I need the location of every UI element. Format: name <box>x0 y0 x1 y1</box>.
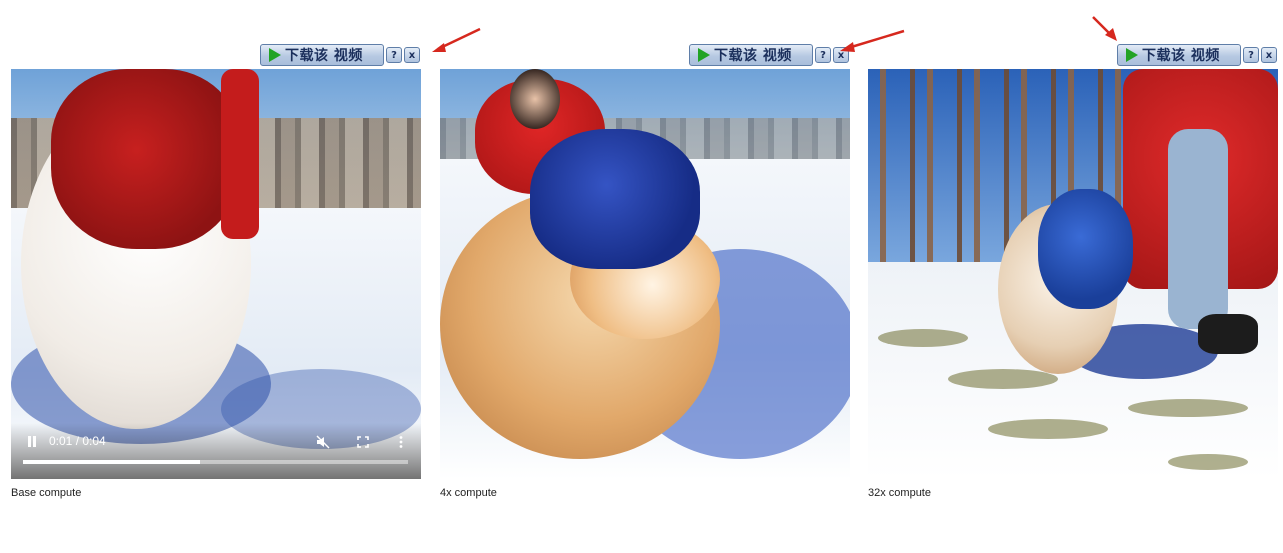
close-button[interactable]: x <box>1261 47 1277 63</box>
annotation-arrow <box>432 27 481 52</box>
red-hat <box>51 69 241 249</box>
grass-patch <box>1168 454 1248 470</box>
person-jeans <box>1168 129 1228 329</box>
video-player-base[interactable]: 0:01 / 0:04 <box>11 69 421 479</box>
annotation-arrow <box>1092 16 1117 41</box>
time-display: 0:01 / 0:04 <box>49 434 106 448</box>
blue-hat <box>1038 189 1133 309</box>
close-button[interactable]: x <box>404 47 420 63</box>
panel-caption: 32x compute <box>868 487 931 499</box>
video-frame-4x[interactable] <box>440 69 850 479</box>
help-button[interactable]: ? <box>386 47 402 63</box>
download-video-label: 下载该 视频 <box>1142 48 1220 64</box>
download-video-toolbar: 下载该 视频 ? x <box>1117 43 1277 67</box>
download-video-toolbar: 下载该 视频 ? x <box>689 43 849 67</box>
download-video-button[interactable]: 下载该 视频 <box>689 44 813 66</box>
annotation-arrow <box>840 29 905 52</box>
grass-patch <box>878 329 968 347</box>
progress-bar[interactable] <box>23 460 408 464</box>
mute-icon[interactable] <box>316 435 330 449</box>
panel-caption: 4x compute <box>440 487 497 499</box>
pause-icon[interactable] <box>27 436 37 447</box>
play-icon <box>698 48 710 62</box>
person-shoe <box>1198 314 1258 354</box>
grass-patch <box>988 419 1108 439</box>
panel-caption: Base compute <box>11 487 82 499</box>
download-video-toolbar: 下载该 视频 ? x <box>260 43 420 67</box>
play-icon <box>269 48 281 62</box>
more-options-icon[interactable] <box>394 435 408 449</box>
download-video-label: 下载该 视频 <box>714 48 792 64</box>
help-button[interactable]: ? <box>815 47 831 63</box>
grass-patch <box>948 369 1058 389</box>
progress-bar-fill <box>23 460 201 464</box>
video-controls: 0:01 / 0:04 <box>11 423 421 479</box>
person-head <box>510 69 560 129</box>
help-button[interactable]: ? <box>1243 47 1259 63</box>
download-video-button[interactable]: 下载该 视频 <box>260 44 384 66</box>
play-icon <box>1126 48 1138 62</box>
blue-hat <box>530 129 700 269</box>
person-red-jacket <box>221 69 259 239</box>
download-video-button[interactable]: 下载该 视频 <box>1117 44 1241 66</box>
video-frame-32x[interactable] <box>868 69 1278 479</box>
grass-patch <box>1128 399 1248 417</box>
download-video-label: 下载该 视频 <box>285 48 363 64</box>
fullscreen-icon[interactable] <box>356 435 370 449</box>
